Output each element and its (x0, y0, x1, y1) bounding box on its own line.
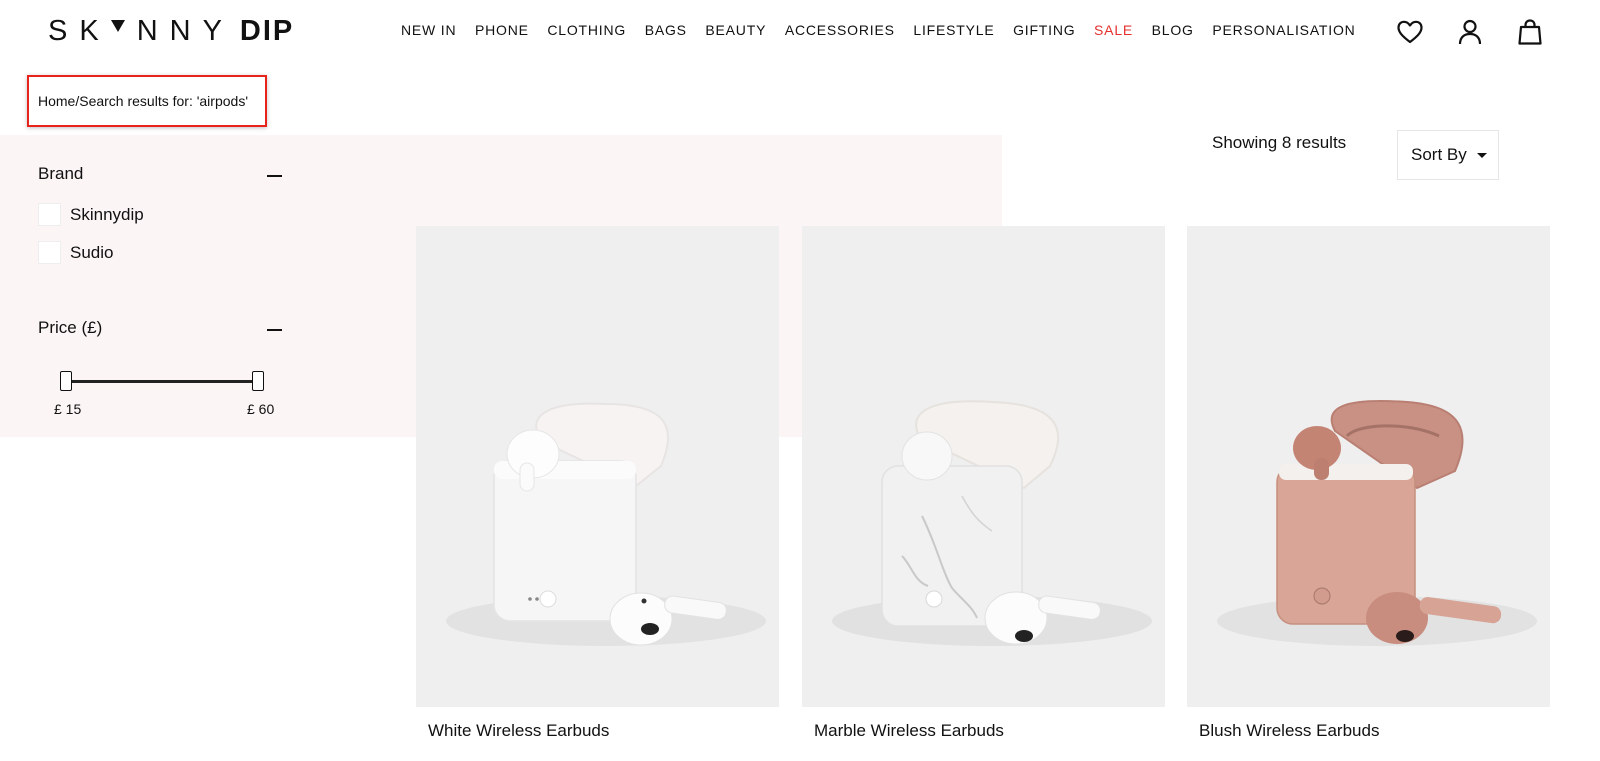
nav-item-beauty[interactable]: BEAUTY (705, 22, 766, 38)
results-count: Showing 8 results (1212, 133, 1347, 152)
nav-item-gifting[interactable]: GIFTING (1013, 22, 1075, 38)
brand-label-sudio[interactable]: Sudio (70, 243, 113, 263)
brand-checkbox-skinnydip[interactable] (38, 203, 61, 226)
main-nav: NEW IN PHONE CLOTHING BAGS BEAUTY ACCESS… (401, 22, 1374, 38)
brand-collapse-icon[interactable] (267, 175, 282, 177)
product-title-blush-earbuds[interactable]: Blush Wireless Earbuds (1199, 721, 1379, 741)
brand-label-skinnydip[interactable]: Skinnydip (70, 205, 144, 225)
brand-filter-title[interactable]: Brand (38, 164, 83, 184)
price-min-label: £ 15 (54, 401, 82, 417)
price-slider-track[interactable] (66, 380, 258, 383)
sort-by-dropdown[interactable]: Sort By (1397, 130, 1499, 180)
logo-part3: DIP (239, 14, 295, 47)
nav-item-new-in[interactable]: NEW IN (401, 22, 456, 38)
heart-icon[interactable] (1396, 18, 1424, 46)
price-slider-min-handle[interactable] (60, 371, 72, 391)
nav-item-blog[interactable]: BLOG (1152, 22, 1194, 38)
product-image-white-earbuds[interactable] (416, 226, 779, 707)
price-slider-max-handle[interactable] (252, 371, 264, 391)
nav-item-personalisation[interactable]: PERSONALISATION (1212, 22, 1355, 38)
logo-part1: SK (48, 14, 111, 47)
price-max-label: £ 60 (247, 401, 275, 417)
bag-icon[interactable] (1516, 18, 1544, 46)
logo-part2: NNY (136, 14, 234, 47)
product-image-marble-earbuds[interactable] (802, 226, 1165, 707)
product-image-blush-earbuds[interactable] (1187, 226, 1550, 707)
nav-item-sale[interactable]: SALE (1094, 22, 1133, 38)
nav-item-accessories[interactable]: ACCESSORIES (785, 22, 895, 38)
product-title-marble-earbuds[interactable]: Marble Wireless Earbuds (814, 721, 1004, 741)
nav-item-clothing[interactable]: CLOTHING (547, 22, 626, 38)
sort-by-label: Sort By (1411, 145, 1467, 164)
nav-item-phone[interactable]: PHONE (475, 22, 529, 38)
nav-item-bags[interactable]: BAGS (645, 22, 687, 38)
nav-item-lifestyle[interactable]: LIFESTYLE (913, 22, 994, 38)
price-collapse-icon[interactable] (267, 329, 282, 331)
logo-triangle-icon (110, 20, 125, 32)
brand-checkbox-sudio[interactable] (38, 241, 61, 264)
price-filter-title[interactable]: Price (£) (38, 318, 102, 338)
caret-down-icon (1476, 152, 1487, 158)
logo[interactable]: SK NNY DIP (48, 14, 294, 48)
product-title-white-earbuds[interactable]: White Wireless Earbuds (428, 721, 609, 741)
breadcrumb[interactable]: Home/Search results for: 'airpods' (27, 75, 267, 127)
user-icon[interactable] (1456, 18, 1484, 46)
